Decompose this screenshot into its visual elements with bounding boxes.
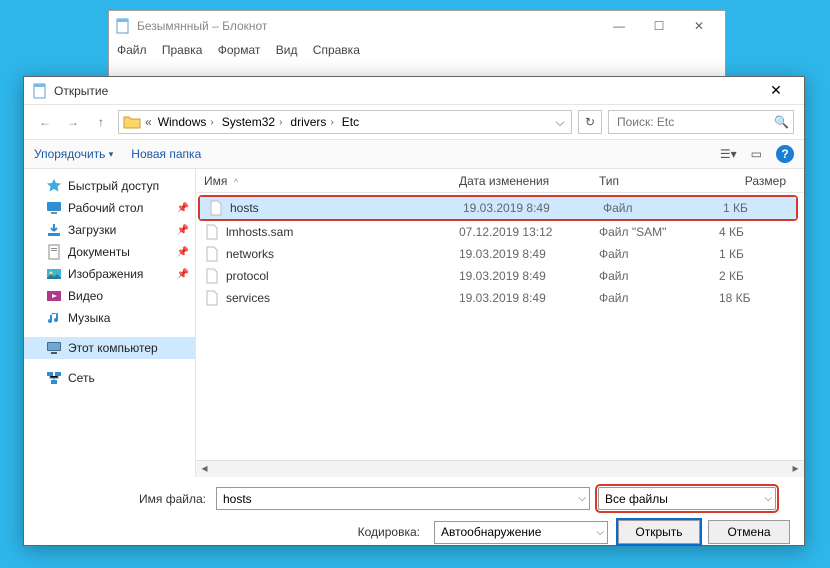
notepad-icon xyxy=(115,18,131,34)
menu-edit[interactable]: Правка xyxy=(162,43,203,57)
filename-input[interactable]: hosts⌵ xyxy=(216,487,590,510)
pictures-icon xyxy=(46,266,62,282)
notepad-titlebar: Безымянный – Блокнот — ☐ ✕ xyxy=(109,11,725,41)
dialog-bottom: Имя файла: hosts⌵ Все файлы⌵ Кодировка: … xyxy=(24,477,804,568)
download-icon xyxy=(46,222,62,238)
search-box[interactable]: 🔍 xyxy=(608,110,794,134)
star-icon xyxy=(46,178,62,194)
refresh-button[interactable]: ↻ xyxy=(578,110,602,134)
video-icon xyxy=(46,288,62,304)
nav-tree[interactable]: Быстрый доступ Рабочий стол📌 Загрузки📌 Д… xyxy=(24,169,196,477)
crumb-system32[interactable]: System32› xyxy=(218,111,287,133)
network-icon xyxy=(46,370,62,386)
encoding-label: Кодировка: xyxy=(358,525,430,539)
search-icon: 🔍 xyxy=(774,115,789,129)
file-icon xyxy=(204,246,220,262)
file-row[interactable]: services 19.03.2019 8:49Файл18 КБ xyxy=(196,287,804,309)
tree-this-pc[interactable]: Этот компьютер xyxy=(24,337,195,359)
chevron-down-icon: ⌵ xyxy=(764,493,772,504)
help-icon[interactable]: ? xyxy=(776,145,794,163)
notepad-title: Безымянный – Блокнот xyxy=(137,19,267,33)
folder-icon xyxy=(123,114,141,130)
open-dialog: Открытие ✕ ← → ↑ « Windows› System32› dr… xyxy=(23,76,805,546)
new-folder-button[interactable]: Новая папка xyxy=(131,147,201,161)
preview-pane-button[interactable]: ▭ xyxy=(751,147,762,161)
col-date[interactable]: Дата изменения xyxy=(451,174,591,188)
file-icon xyxy=(208,200,224,216)
file-list: Имя ^ Дата изменения Тип Размер hosts 19… xyxy=(196,169,804,477)
pin-icon: 📌 xyxy=(177,247,189,258)
toolbar: Упорядочить ▾ Новая папка ☰▾ ▭ ? xyxy=(24,139,804,169)
filename-label: Имя файла: xyxy=(38,492,216,506)
menu-view[interactable]: Вид xyxy=(276,43,298,57)
desktop-icon xyxy=(46,200,62,216)
chevron-down-icon: ⌵ xyxy=(596,527,604,538)
nav-bar: ← → ↑ « Windows› System32› drivers› Etc … xyxy=(24,105,804,139)
close-icon[interactable]: ✕ xyxy=(756,82,796,99)
tree-pictures[interactable]: Изображения📌 xyxy=(24,263,195,285)
up-button[interactable]: ↑ xyxy=(90,111,112,133)
organize-menu[interactable]: Упорядочить ▾ xyxy=(34,147,113,161)
file-icon xyxy=(204,268,220,284)
open-button[interactable]: Открыть xyxy=(618,520,700,544)
tree-music[interactable]: Музыка xyxy=(24,307,195,329)
crumb-etc[interactable]: Etc xyxy=(338,111,363,133)
forward-button: → xyxy=(62,111,84,133)
file-row[interactable]: protocol 19.03.2019 8:49Файл2 КБ xyxy=(196,265,804,287)
tree-documents[interactable]: Документы📌 xyxy=(24,241,195,263)
crumb-windows[interactable]: Windows› xyxy=(154,111,218,133)
file-icon xyxy=(204,224,220,240)
search-input[interactable] xyxy=(615,114,774,130)
dialog-titlebar: Открытие ✕ xyxy=(24,77,804,105)
pc-icon xyxy=(46,340,62,356)
pin-icon: 📌 xyxy=(177,203,189,214)
file-row[interactable]: networks 19.03.2019 8:49Файл1 КБ xyxy=(196,243,804,265)
tree-desktop[interactable]: Рабочий стол📌 xyxy=(24,197,195,219)
h-scrollbar[interactable]: ◂ ▸ xyxy=(196,460,804,477)
minimize-icon[interactable]: — xyxy=(599,11,639,41)
file-icon xyxy=(204,290,220,306)
maximize-icon[interactable]: ☐ xyxy=(639,11,679,41)
scroll-right-icon[interactable]: ▸ xyxy=(787,461,804,477)
col-name[interactable]: Имя ^ xyxy=(196,174,451,188)
tree-downloads[interactable]: Загрузки📌 xyxy=(24,219,195,241)
col-size[interactable]: Размер xyxy=(711,174,804,188)
chevron-down-icon[interactable]: ⌵ xyxy=(551,115,569,130)
scroll-left-icon[interactable]: ◂ xyxy=(196,461,213,477)
file-row[interactable]: hosts 19.03.2019 8:49 Файл 1 КБ xyxy=(200,197,796,219)
pin-icon: 📌 xyxy=(177,225,189,236)
menu-help[interactable]: Справка xyxy=(313,43,360,57)
tree-network[interactable]: Сеть xyxy=(24,367,195,389)
file-type-filter[interactable]: Все файлы⌵ xyxy=(598,487,776,510)
document-icon xyxy=(46,244,62,260)
cancel-button[interactable]: Отмена xyxy=(708,520,790,544)
tree-quick-access[interactable]: Быстрый доступ xyxy=(24,175,195,197)
col-type[interactable]: Тип xyxy=(591,174,711,188)
notepad-menu: Файл Правка Формат Вид Справка xyxy=(109,41,725,59)
back-button[interactable]: ← xyxy=(34,111,56,133)
breadcrumb[interactable]: « Windows› System32› drivers› Etc ⌵ xyxy=(118,110,572,134)
view-options-button[interactable]: ☰▾ xyxy=(720,147,737,161)
encoding-select[interactable]: Автообнаружение⌵ xyxy=(434,521,608,544)
menu-file[interactable]: Файл xyxy=(117,43,147,57)
chevron-down-icon: ⌵ xyxy=(578,493,586,504)
close-icon[interactable]: ✕ xyxy=(679,11,719,41)
pin-icon: 📌 xyxy=(177,269,189,280)
dialog-title: Открытие xyxy=(54,84,108,98)
menu-format[interactable]: Формат xyxy=(218,43,261,57)
crumb-drivers[interactable]: drivers› xyxy=(286,111,337,133)
file-row[interactable]: lmhosts.sam 07.12.2019 13:12Файл "SAM"4 … xyxy=(196,221,804,243)
tree-video[interactable]: Видео xyxy=(24,285,195,307)
music-icon xyxy=(46,310,62,326)
dialog-icon xyxy=(32,83,48,99)
column-headers[interactable]: Имя ^ Дата изменения Тип Размер xyxy=(196,169,804,193)
